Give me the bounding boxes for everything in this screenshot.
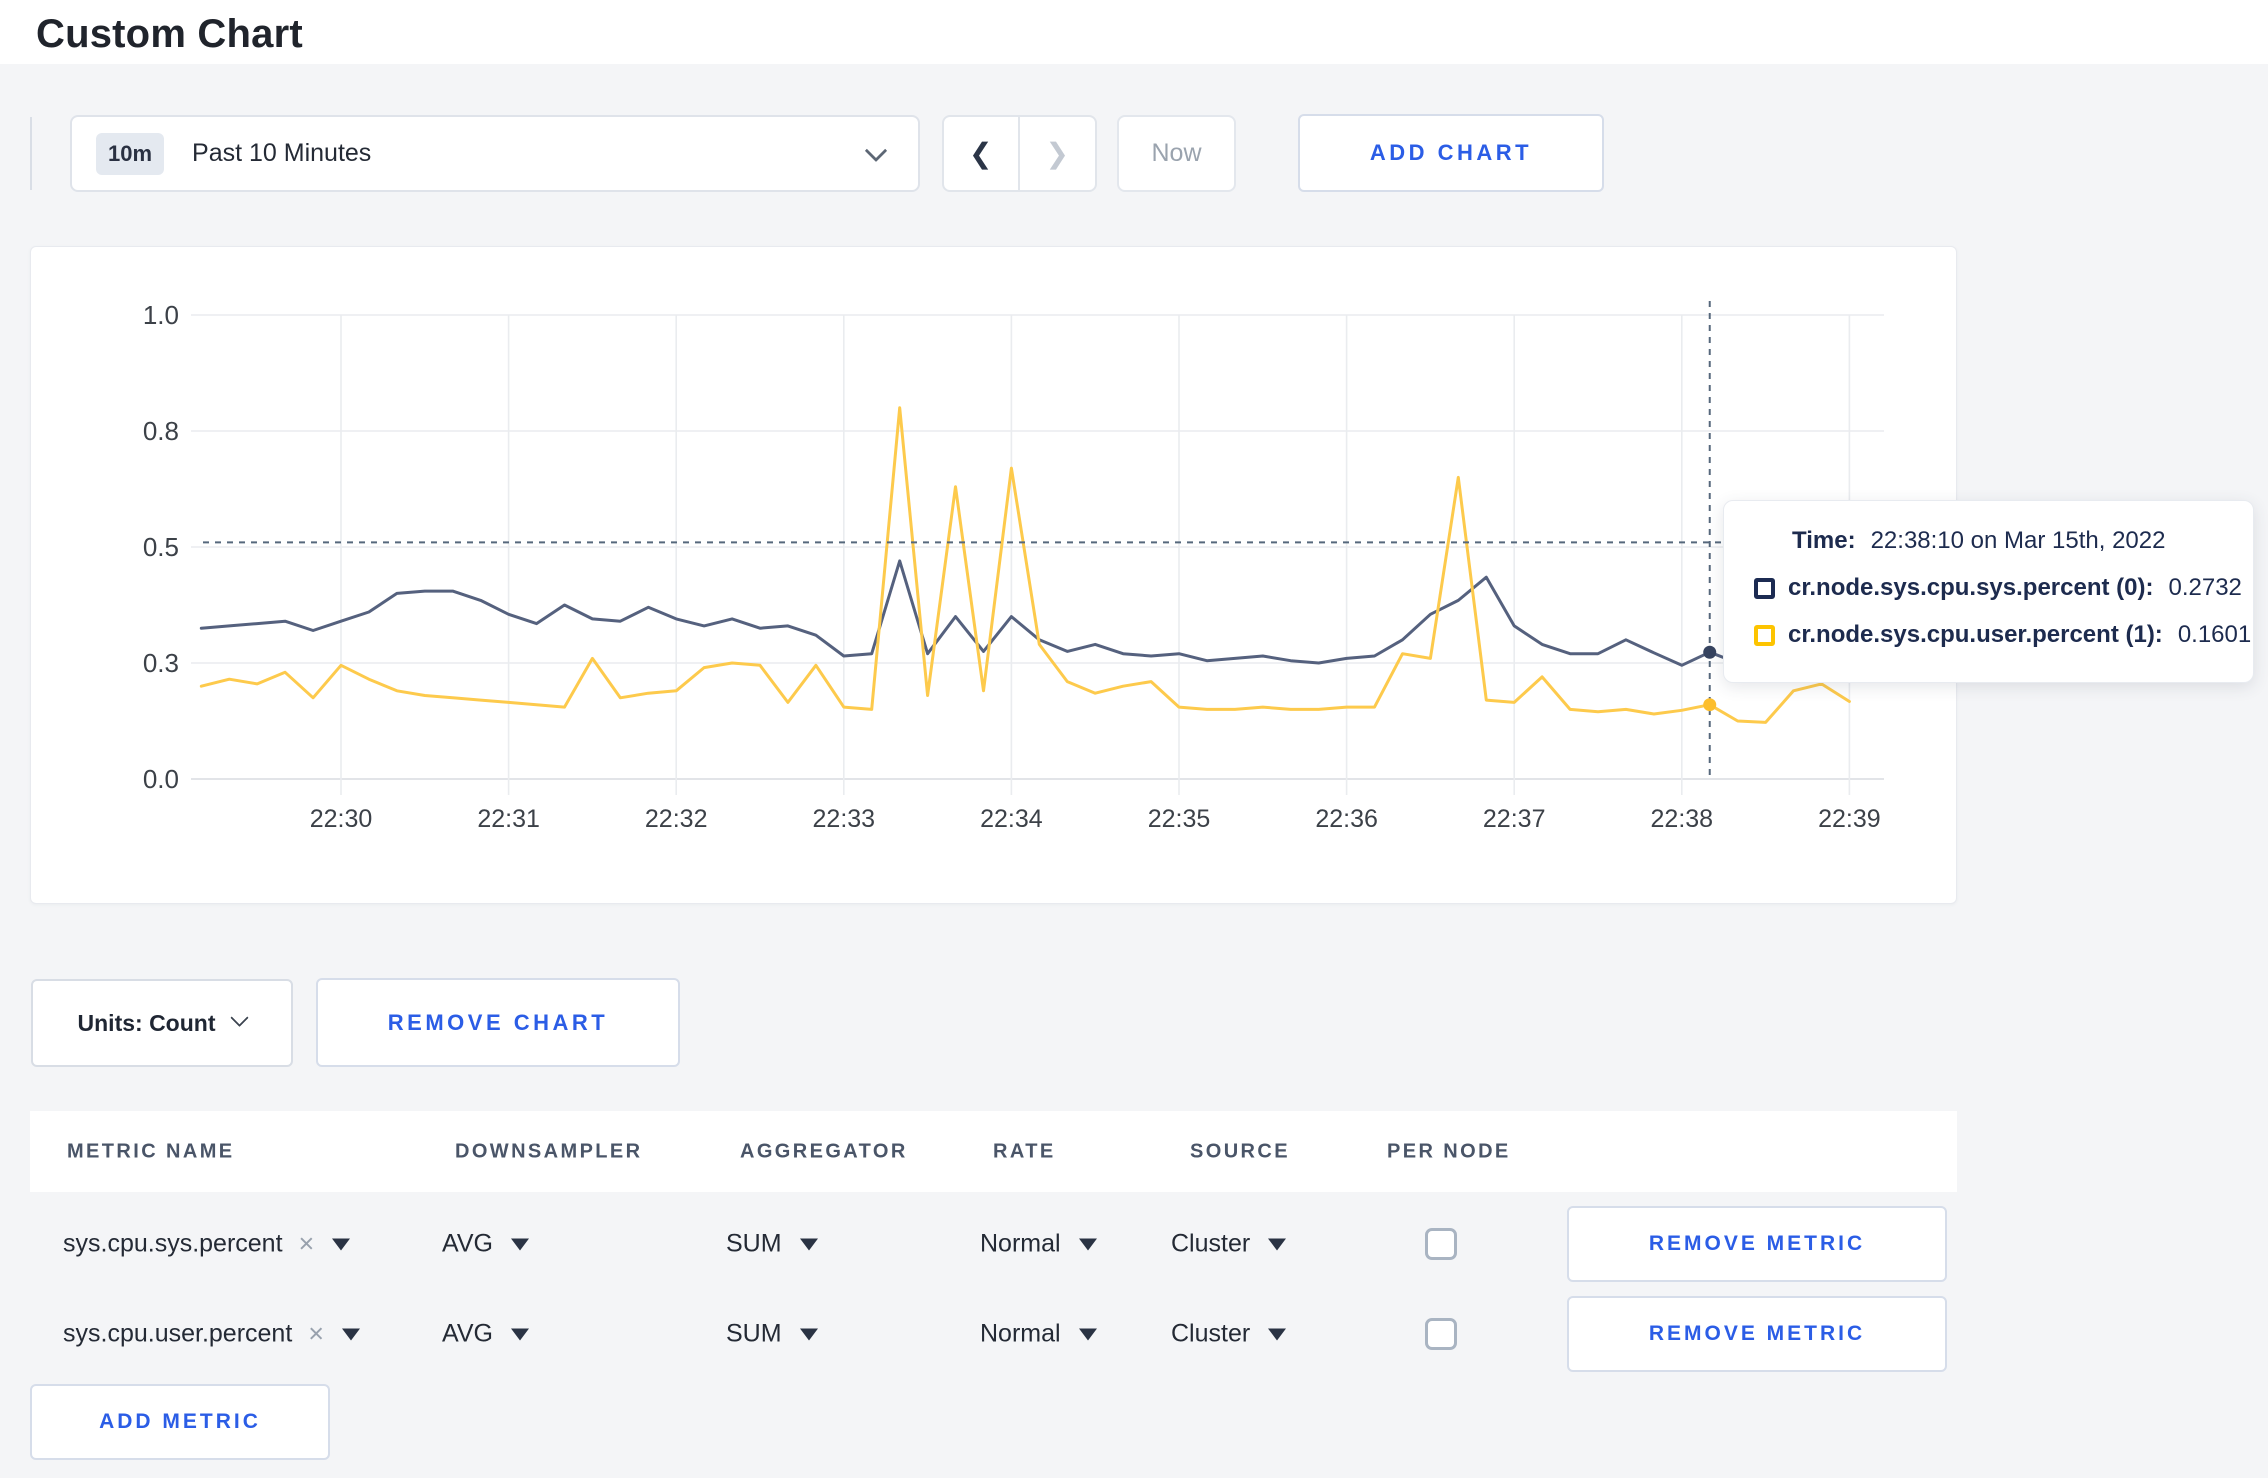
chart-hover-tooltip: Time: 22:38:10 on Mar 15th, 2022 cr.node… [1723, 500, 2254, 683]
x-tick-label: 22:30 [309, 805, 373, 833]
downsampler-select[interactable]: AVG [442, 1320, 529, 1349]
rate-select-value: Normal [980, 1319, 1061, 1348]
chevron-down-icon [864, 138, 888, 162]
y-tick-label: 0.0 [142, 764, 179, 794]
y-tick-label: 0.3 [142, 648, 179, 678]
aggregator-select[interactable]: SUM [726, 1320, 818, 1349]
caret-down-icon [799, 1328, 818, 1340]
time-range-label: Past 10 Minutes [192, 139, 372, 167]
metric-row: sys.cpu.sys.percent × AVG SUM Normal Cluster R… [30, 1206, 1957, 1282]
chevron-left-icon: ❮ [969, 138, 993, 169]
header-band [0, 0, 2268, 64]
per-node-checkbox[interactable] [1425, 1228, 1457, 1260]
metric-name-select-value: sys.cpu.sys.percent [63, 1229, 283, 1258]
remove-metric-button[interactable]: REMOVE METRIC [1567, 1206, 1947, 1282]
y-tick-label: 0.8 [142, 416, 179, 446]
time-next-button[interactable]: ❯ [1020, 117, 1096, 190]
x-tick-label: 22:37 [1482, 805, 1546, 833]
tooltip-series-label: cr.node.sys.cpu.sys.percent (0): [1788, 574, 2154, 601]
metrics-table-header: METRIC NAME DOWNSAMPLER AGGREGATOR RATE SOUR… [30, 1111, 1957, 1192]
source-select-value: Cluster [1171, 1229, 1251, 1258]
column-header-metric-name: METRIC NAME [67, 1140, 235, 1162]
x-tick-label: 22:32 [644, 805, 708, 833]
x-tick-label: 22:38 [1650, 805, 1714, 833]
metric-row: sys.cpu.user.percent × AVG SUM Normal Cluster… [30, 1296, 1957, 1372]
caret-down-icon [510, 1238, 529, 1250]
remove-chart-button[interactable]: REMOVE CHART [316, 978, 680, 1067]
downsampler-select-value: AVG [442, 1229, 493, 1258]
metric-name-select[interactable]: sys.cpu.user.percent × [63, 1319, 361, 1350]
chevron-right-icon: ❯ [1045, 138, 1069, 169]
x-tick-label: 22:31 [477, 805, 540, 833]
chart-card: 0.0 0.3 0.5 0.8 1.0 22:30 22:31 22:32 22:33 22:3… [30, 246, 1957, 904]
caret-down-icon [510, 1328, 529, 1340]
tooltip-series-row: cr.node.sys.cpu.user.percent (1): 0.1601 [1754, 621, 2251, 649]
source-select[interactable]: Cluster [1171, 1229, 1287, 1259]
caret-down-icon [342, 1328, 361, 1340]
aggregator-select-value: SUM [726, 1319, 782, 1348]
metric-name-select[interactable]: sys.cpu.sys.percent × [63, 1229, 351, 1260]
tooltip-time-row: Time: 22:38:10 on Mar 15th, 2022 [1754, 527, 2229, 555]
column-header-source: SOURCE [1190, 1140, 1290, 1162]
time-prev-button[interactable]: ❮ [944, 117, 1020, 190]
time-nav-group: ❮ ❯ [942, 115, 1097, 192]
caret-down-icon [1078, 1328, 1097, 1340]
rate-select[interactable]: Normal [980, 1230, 1097, 1259]
caret-down-icon [1268, 1328, 1287, 1340]
x-tick-label: 22:35 [1147, 805, 1211, 833]
caret-down-icon [1078, 1238, 1097, 1250]
page-title: Custom Chart [36, 12, 303, 56]
rate-select[interactable]: Normal [980, 1320, 1097, 1349]
caret-down-icon [332, 1238, 351, 1250]
chevron-down-icon [230, 1008, 250, 1027]
aggregator-select[interactable]: SUM [726, 1230, 818, 1259]
series-swatch-icon [1754, 577, 1775, 599]
y-tick-label: 0.5 [142, 532, 179, 562]
column-header-per-node: PER NODE [1387, 1140, 1511, 1162]
tooltip-time-title: Time: [1792, 527, 1856, 554]
hover-dot-series-1 [1703, 698, 1717, 712]
x-tick-label: 22:39 [1818, 805, 1881, 833]
rate-select-value: Normal [980, 1229, 1061, 1258]
tooltip-series-value: 0.1601 [2177, 621, 2252, 648]
downsampler-select[interactable]: AVG [442, 1230, 529, 1259]
tooltip-series-rows: cr.node.sys.cpu.sys.percent (0): 0.2732 cr… [1754, 574, 2251, 649]
column-header-downsampler: DOWNSAMPLER [455, 1140, 643, 1162]
tooltip-series-label: cr.node.sys.cpu.user.percent (1): [1788, 621, 2163, 648]
add-metric-button[interactable]: ADD METRIC [30, 1384, 330, 1460]
tooltip-series-value: 0.2732 [2168, 574, 2242, 601]
tooltip-time-value: 22:38:10 on Mar 15th, 2022 [1870, 527, 2166, 554]
series-line-1 [199, 406, 1851, 724]
y-tick-label: 1.0 [142, 300, 179, 330]
tooltip-series-row: cr.node.sys.cpu.sys.percent (0): 0.2732 [1754, 574, 2242, 602]
hover-dot-series-0 [1703, 645, 1717, 659]
series-line-0 [199, 559, 1851, 667]
time-range-badge: 10m [96, 132, 165, 175]
toolbar-divider [30, 117, 32, 190]
remove-metric-x-icon[interactable]: × [299, 1229, 315, 1260]
column-header-rate: RATE [993, 1140, 1056, 1162]
caret-down-icon [799, 1238, 818, 1250]
remove-metric-button[interactable]: REMOVE METRIC [1567, 1296, 1947, 1372]
per-node-checkbox[interactable] [1425, 1318, 1457, 1350]
add-chart-button[interactable]: ADD CHART [1298, 114, 1604, 192]
source-select-value: Cluster [1171, 1319, 1251, 1348]
column-header-aggregator: AGGREGATOR [740, 1140, 908, 1162]
remove-metric-x-icon[interactable]: × [308, 1319, 324, 1350]
caret-down-icon [1268, 1238, 1287, 1250]
x-tick-label: 22:36 [1315, 805, 1378, 833]
time-range-select[interactable]: 10m Past 10 Minutes [70, 115, 920, 192]
units-label: Units: Count [77, 1009, 216, 1036]
units-select[interactable]: Units: Count [31, 979, 293, 1067]
series-swatch-icon [1754, 624, 1775, 646]
x-tick-label: 22:33 [812, 805, 876, 833]
downsampler-select-value: AVG [442, 1319, 493, 1348]
x-tick-label: 22:34 [980, 805, 1043, 833]
custom-chart-page: { "page": { "title": "Custom Chart" }, "… [0, 0, 2268, 1478]
metric-name-select-value: sys.cpu.user.percent [63, 1319, 293, 1348]
now-button[interactable]: Now [1117, 115, 1236, 192]
aggregator-select-value: SUM [726, 1229, 782, 1258]
source-select[interactable]: Cluster [1171, 1319, 1287, 1349]
